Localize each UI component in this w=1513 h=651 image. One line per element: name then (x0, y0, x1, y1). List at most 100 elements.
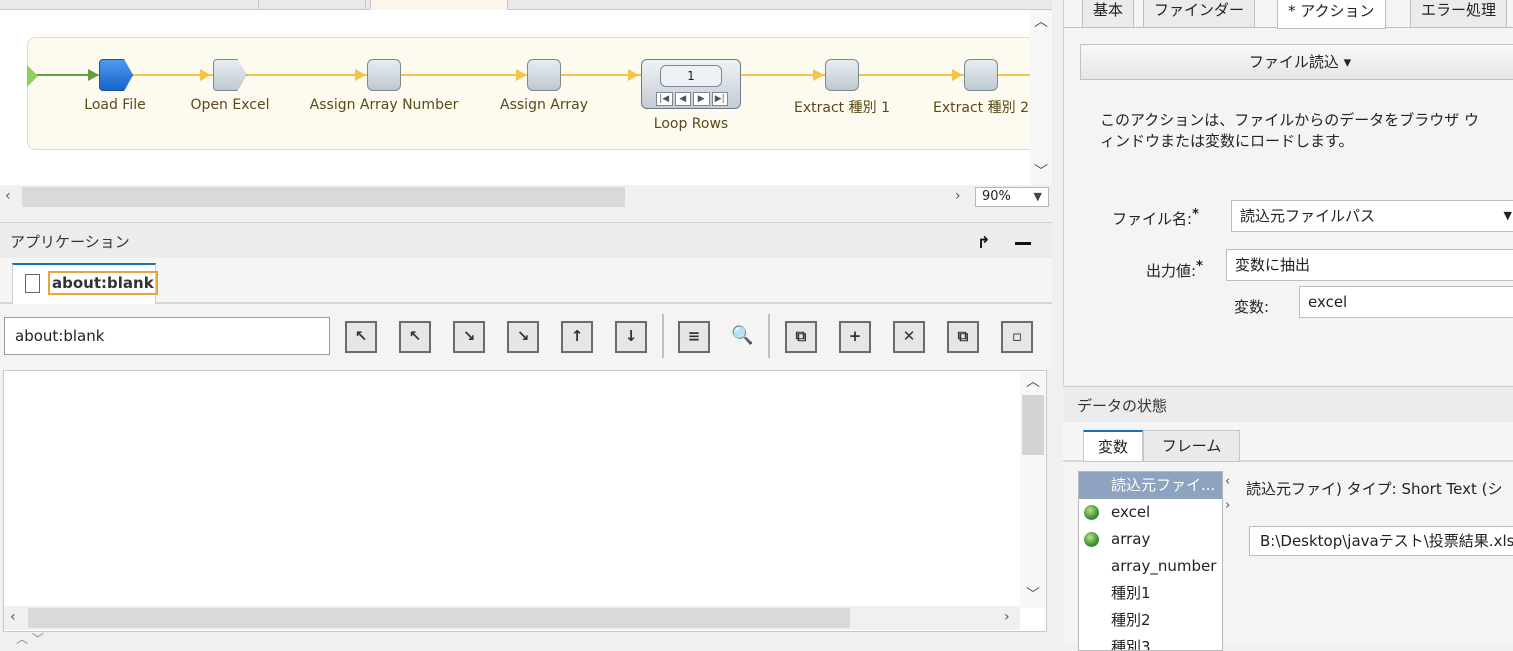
globe-icon (1084, 532, 1099, 547)
list-item[interactable]: 種別3 (1079, 634, 1222, 650)
variable-select[interactable]: excel (1299, 286, 1513, 318)
panel-title: アプリケーション (10, 233, 130, 251)
output-label: 出力値:* (1146, 259, 1203, 280)
list-item[interactable]: 種別2 (1079, 607, 1222, 634)
variable-list[interactable]: 読込元ファイ... excel array array_number 種別1 種… (1078, 471, 1223, 651)
list-item[interactable]: excel (1079, 499, 1222, 526)
assign-array-number-step[interactable] (367, 59, 401, 91)
browser-vertical-scrollbar[interactable]: ︿ ﹀ (1020, 372, 1046, 608)
variable-label: 変数: (1234, 298, 1270, 316)
toolbar-separator (662, 314, 664, 358)
browser-horizontal-scrollbar[interactable]: ‹ › (4, 606, 1020, 630)
chevron-down-icon[interactable]: ﹀ (1034, 165, 1048, 179)
minimize-icon[interactable] (1015, 242, 1031, 245)
chevron-right-icon[interactable]: › (1004, 610, 1010, 624)
next-icon[interactable]: ▶ (693, 92, 710, 106)
caret-down-icon: ▾ (1343, 53, 1352, 71)
zoom-value: 90% (982, 189, 1011, 204)
tab-action[interactable]: * アクション (1277, 0, 1386, 29)
delete-window-icon[interactable]: ✕ (893, 321, 925, 353)
action-type-button[interactable]: ファイル読込 ▾ (1080, 44, 1513, 80)
magnifier-icon[interactable]: 🔍 (731, 325, 753, 346)
application-panel-header (0, 222, 1052, 258)
browser-tab-label: about:blank (48, 271, 158, 295)
variable-value-field[interactable]: B:\Desktop\javaテスト\投票結果.xlsx (1249, 526, 1513, 556)
chevron-left-icon[interactable]: ‹ (10, 610, 16, 624)
step-label: Assign Array Number (309, 97, 459, 113)
chevron-up-icon[interactable]: ︿ (1034, 15, 1048, 29)
list-item[interactable]: array (1079, 526, 1222, 553)
expand-up-left-icon[interactable]: ↖ (345, 321, 377, 353)
tab-frames[interactable]: フレーム (1143, 430, 1240, 462)
data-status-title: データの状態 (1077, 397, 1168, 415)
canvas-horizontal-scrollbar[interactable]: ‹ › (0, 185, 972, 209)
tab-variables[interactable]: 変数 (1083, 430, 1143, 462)
flow-panel (27, 37, 1030, 150)
step-label: Extract 種別 1 (794, 100, 890, 116)
page-icon (25, 274, 40, 293)
scroll-thumb[interactable] (28, 608, 850, 628)
step-label: Assign Array (500, 97, 588, 113)
prev-icon[interactable]: ◀ (674, 92, 691, 106)
first-icon[interactable]: |◀ (656, 92, 673, 106)
add-window-icon[interactable]: + (839, 321, 871, 353)
variable-detail-header: 読込元ファイ) タイプ: Short Text (シ (1246, 480, 1503, 498)
arrow-icon (952, 69, 963, 81)
arrow-icon (813, 69, 824, 81)
modified-marker: * (1288, 2, 1296, 20)
arrow-down-right-icon[interactable]: ↘ (453, 321, 485, 353)
browser-tab[interactable]: about:blank (12, 263, 158, 304)
arrow-icon (628, 69, 639, 81)
window-icon[interactable]: ▫ (1001, 321, 1033, 353)
zoom-select[interactable]: 90% ▼ (975, 187, 1049, 207)
arrow-icon (200, 69, 211, 81)
scroll-thumb[interactable] (1022, 395, 1044, 455)
assign-array-step[interactable] (527, 59, 561, 91)
expand-down-right-icon[interactable]: ↘ (507, 321, 539, 353)
editor-tab[interactable] (258, 0, 366, 10)
loop-controls: |◀ ◀ ▶ ▶| (656, 92, 728, 106)
list-item[interactable]: 種別1 (1079, 580, 1222, 607)
editor-tab-active[interactable] (370, 0, 508, 10)
splitter-handle[interactable]: ‹ › (1225, 475, 1230, 512)
workflow-canvas: Load File Open Excel Assign Array Number… (0, 10, 1030, 185)
tab-finder[interactable]: ファインダー (1143, 0, 1256, 28)
tab-error-handling[interactable]: エラー処理 (1410, 0, 1508, 28)
step-label: Open Excel (190, 97, 270, 113)
step-label: Load File (84, 97, 146, 113)
caret-down-icon: ▼ (1503, 209, 1512, 222)
chevron-down-icon: ▼ (1033, 190, 1042, 203)
collapse-icon[interactable]: ︿ ﹀ (16, 630, 44, 647)
canvas-vertical-scrollbar[interactable]: ︿ ﹀ (1030, 10, 1052, 185)
loop-rows-step[interactable]: 1 |◀ ◀ ▶ ▶| (641, 59, 741, 109)
filename-select[interactable]: 読込元ファイルパス ▼ (1231, 200, 1513, 232)
document-icon[interactable]: ≡ (678, 321, 710, 353)
list-item[interactable]: array_number (1079, 553, 1222, 580)
arrow-icon (355, 69, 366, 81)
arrow-up-left-icon[interactable]: ↖ (399, 321, 431, 353)
extract-1-step[interactable] (825, 59, 859, 91)
arrow-up-icon[interactable]: ↑ (561, 321, 593, 353)
last-icon[interactable]: ▶| (711, 92, 728, 106)
copy-window-icon[interactable]: ⧉ (785, 321, 817, 353)
browser-view[interactable] (3, 370, 1047, 632)
action-description: このアクションは、ファイルからのデータをブラウザ ウィンドウまたは変数にロードし… (1100, 111, 1480, 150)
chevron-up-icon[interactable]: ︿ (1026, 375, 1040, 389)
list-item[interactable]: 読込元ファイ... (1079, 472, 1222, 499)
browser-tab-strip (0, 258, 1052, 304)
delete-all-windows-icon[interactable]: ⧉ (947, 321, 979, 353)
chevron-right-icon[interactable]: › (955, 189, 961, 203)
tab-basic[interactable]: 基本 (1082, 0, 1135, 28)
chevron-left-icon[interactable]: ‹ (5, 189, 11, 203)
extract-2-step[interactable] (964, 59, 998, 91)
scroll-thumb[interactable] (22, 187, 625, 207)
arrow-down-icon[interactable]: ↓ (615, 321, 647, 353)
step-label: Extract 種別 2 (933, 100, 1029, 116)
output-select[interactable]: 変数に抽出 (1226, 249, 1513, 281)
url-input[interactable]: about:blank (4, 317, 330, 355)
arrow-icon (88, 69, 99, 81)
undock-icon[interactable]: ↱ (977, 233, 990, 252)
arrow-icon (516, 69, 527, 81)
globe-icon (1084, 505, 1099, 520)
chevron-down-icon[interactable]: ﹀ (1026, 588, 1040, 602)
